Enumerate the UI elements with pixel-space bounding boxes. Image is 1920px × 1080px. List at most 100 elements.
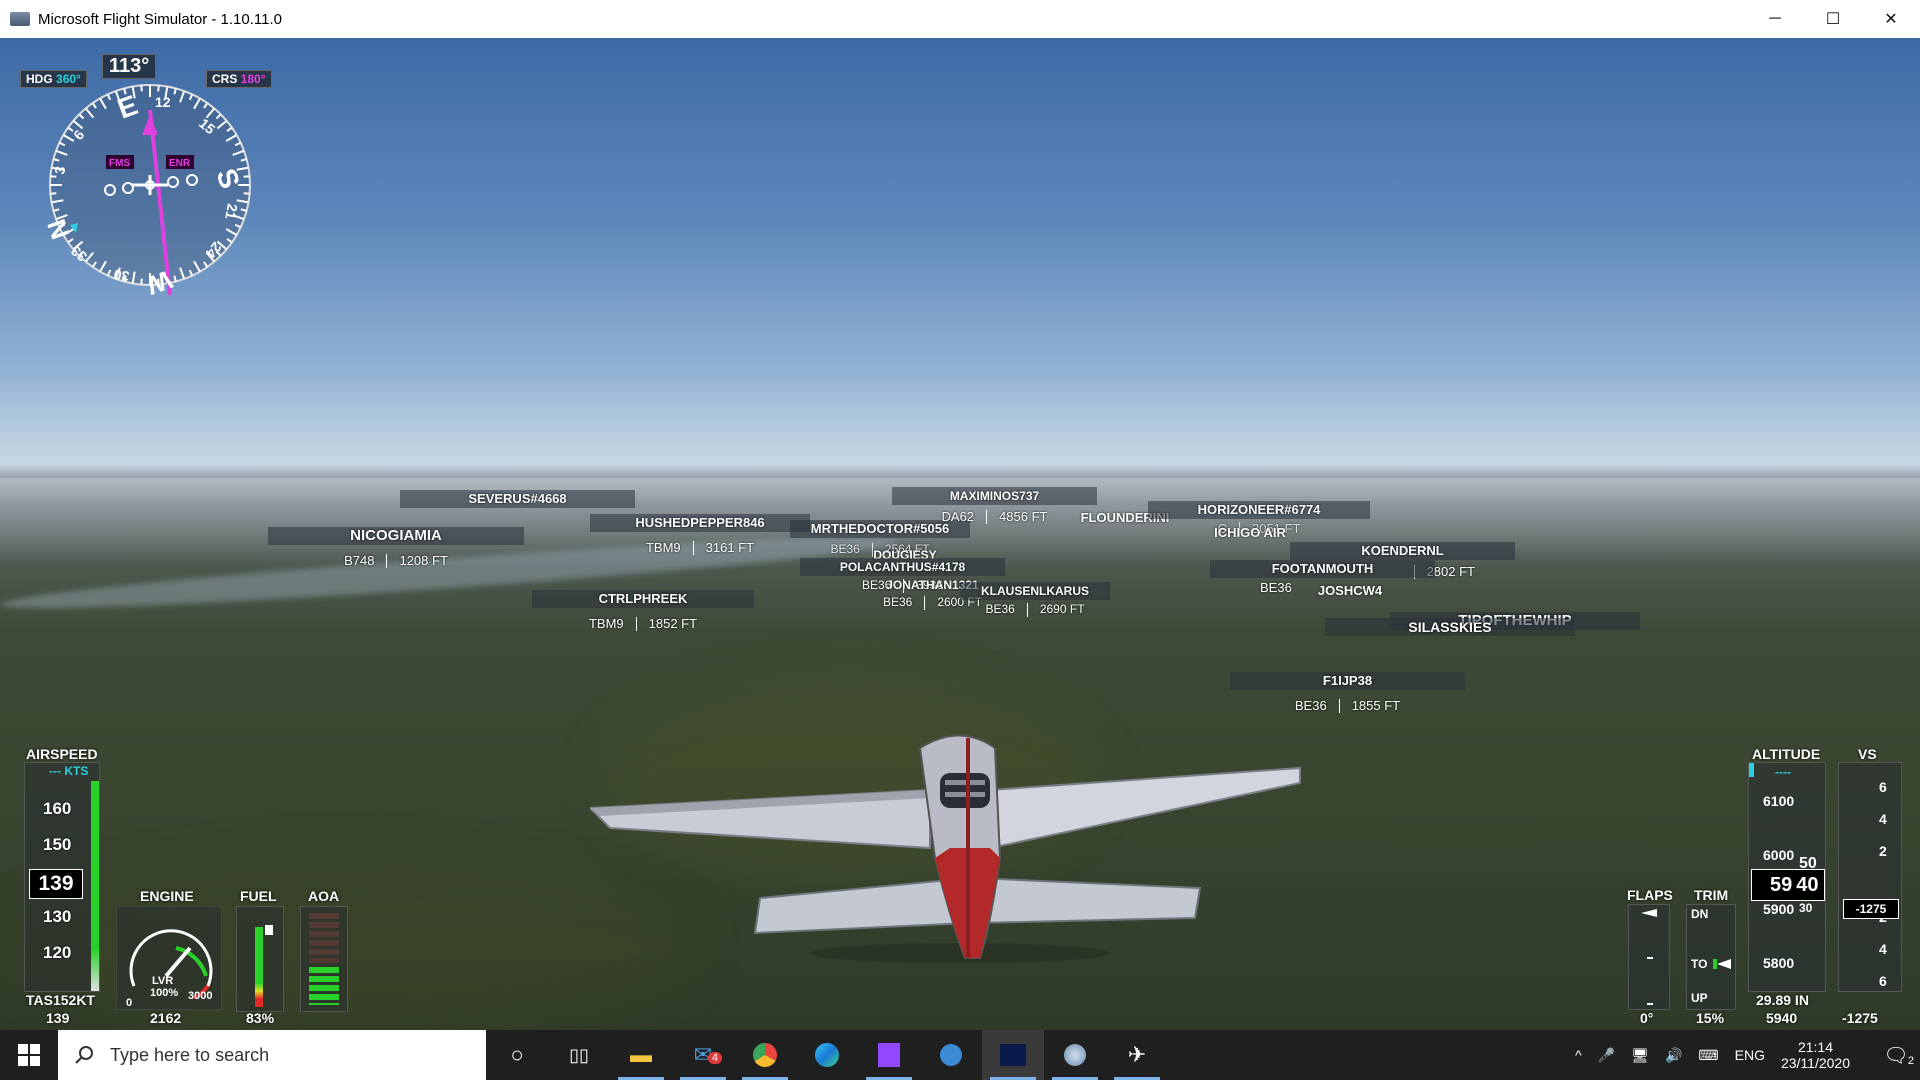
player-tag: HUSHEDPEPPER846 TBM9 3161 FT	[590, 514, 810, 555]
player-tag: SEVERUS#4668	[400, 490, 635, 508]
baro-setting: 29.89 IN	[1756, 992, 1809, 1008]
lever-label: LVR	[152, 975, 173, 987]
task-view-button[interactable]: ▯▯	[548, 1030, 610, 1080]
enr-label: ENR	[169, 158, 191, 169]
airspeed-current: 139	[29, 869, 83, 899]
player-tag: MAXIMINOS737 DA62 4856 FT	[892, 487, 1097, 524]
flaps-tick	[1647, 957, 1653, 959]
notification-icon: 🗨	[1883, 1044, 1909, 1067]
taskbar-twitch[interactable]	[858, 1030, 920, 1080]
twitch-icon	[878, 1043, 900, 1067]
airspeed-unit: --- KTS	[49, 764, 89, 778]
keyboard-icon[interactable]: ⌨	[1698, 1047, 1718, 1064]
vs-current: -1275	[1843, 899, 1899, 919]
compass-tick	[140, 278, 143, 285]
chevron-up-icon[interactable]: ^	[1575, 1047, 1582, 1063]
flaps-label: FLAPS	[1627, 887, 1673, 903]
search-placeholder: Type here to search	[110, 1044, 270, 1065]
vs-tick: 4	[1879, 811, 1887, 827]
player-tag: SILASSKIES	[1325, 618, 1575, 636]
task-view-icon: ▯▯	[569, 1044, 589, 1065]
language-indicator[interactable]: ENG	[1735, 1047, 1765, 1063]
action-center-button[interactable]: 🗨 2	[1872, 1043, 1920, 1068]
crs-box: CRS 180°	[206, 70, 272, 88]
engine-label: ENGINE	[140, 888, 194, 904]
network-icon[interactable]: 🖥	[1631, 1047, 1649, 1064]
hdg-value: 360°	[56, 72, 81, 86]
taskbar-edge[interactable]	[796, 1030, 858, 1080]
airspeed-bottom-value: 139	[46, 1010, 70, 1026]
cortana-button[interactable]: ○	[486, 1030, 548, 1080]
flaps-pointer	[1641, 909, 1657, 917]
fuel-level-bar	[255, 927, 263, 1007]
airspeed-label: AIRSPEED	[26, 746, 98, 762]
flaps-value: 0°	[1640, 1010, 1654, 1026]
crs-label: CRS	[212, 72, 238, 86]
compass-tick	[243, 192, 250, 195]
altitude-bug	[1749, 763, 1754, 777]
altitude-tick: 5900	[1763, 901, 1795, 917]
game-viewport[interactable]: SEVERUS#4668 NICOGIAMIA B748 1208 FT HUSH…	[0, 38, 1920, 1030]
taskbar-file-explorer[interactable]: ▬	[610, 1030, 672, 1080]
microphone-icon[interactable]: 🎤	[1598, 1047, 1615, 1064]
player-tag: KLAUSENLKARUS BE36 2690 FT	[960, 582, 1110, 617]
compass-tick	[50, 175, 57, 178]
close-button[interactable]: ✕	[1862, 0, 1920, 38]
app-dark-icon	[1000, 1044, 1026, 1066]
notification-count: 2	[1907, 1054, 1914, 1067]
minimize-button[interactable]: ─	[1746, 0, 1804, 38]
altitude-tape: ---- 6100 6000 5900 5800 59 40 50 30	[1748, 762, 1826, 992]
airspeed-tick: 160	[43, 799, 72, 818]
start-button[interactable]	[0, 1030, 58, 1080]
trim-dn: DN	[1691, 907, 1709, 921]
aoa-green-bars	[309, 967, 339, 1005]
mail-badge: 4	[707, 1052, 722, 1064]
taskbar-app-dark[interactable]	[982, 1030, 1044, 1080]
player-tag: ICHIGO AIR	[1214, 525, 1286, 540]
clock-date: 23/11/2020	[1780, 1055, 1850, 1071]
window-title: Microsoft Flight Simulator - 1.10.11.0	[38, 10, 282, 28]
altitude-current-hundreds: 59	[1770, 874, 1793, 896]
altitude-selected: ----	[1775, 765, 1791, 779]
system-tray: ^ 🎤 🖥 🔊 ⌨ ENG 21:14 23/11/2020 🗨 2	[1575, 1030, 1920, 1080]
taskbar-mail[interactable]: ✉ 4	[672, 1030, 734, 1080]
player-tag: F1IJP38 BE36 1855 FT	[1230, 672, 1465, 713]
airspeed-tick: 120	[43, 943, 72, 962]
taskbar-chrome[interactable]	[734, 1030, 796, 1080]
player-tag: NICOGIAMIA B748 1208 FT	[268, 527, 524, 568]
taskbar-search-box[interactable]: Type here to search	[58, 1030, 486, 1080]
maximize-button[interactable]: ☐	[1804, 0, 1862, 38]
trim-takeoff-marker	[1713, 959, 1717, 969]
engine-rpm-value: 2162	[150, 1010, 182, 1026]
vs-tick: 6	[1879, 973, 1887, 989]
app-icon	[10, 12, 30, 26]
fuel-value: 83%	[246, 1010, 275, 1026]
airspeed-tick: 130	[43, 907, 72, 926]
fms-label: FMS	[109, 158, 130, 169]
cortana-icon: ○	[510, 1042, 524, 1067]
airspeed-tick: 150	[43, 835, 72, 854]
airplane-icon: ✈	[1127, 1042, 1147, 1067]
trim-gauge: DN TO UP	[1686, 904, 1736, 1010]
altitude-current: 59 40	[1751, 869, 1825, 901]
compass-tick	[50, 192, 57, 195]
folder-icon: ▬	[630, 1042, 652, 1067]
engine-rpm-gauge: 0 3000 LVR 100%	[116, 906, 222, 1010]
trim-pointer	[1717, 959, 1731, 969]
heading-readout: 113°	[102, 54, 157, 79]
player-airplane	[590, 734, 1301, 963]
title-bar: Microsoft Flight Simulator - 1.10.11.0 ─…	[0, 0, 1920, 39]
aoa-label: AOA	[308, 888, 340, 904]
taskbar-flight-simulator[interactable]: ✈	[1106, 1030, 1168, 1080]
chrome-icon	[753, 1043, 777, 1067]
compass-mark: 21	[222, 202, 240, 220]
vs-tape: 6 4 2 2 4 6 -1275	[1838, 762, 1902, 992]
altitude-roll-below: 30	[1799, 901, 1813, 915]
compass-mark: 30	[112, 266, 130, 284]
taskbar-globe-app[interactable]	[1044, 1030, 1106, 1080]
fuel-pointer	[265, 925, 273, 935]
volume-icon[interactable]: 🔊	[1665, 1047, 1682, 1064]
heading-compass: E S W N 12 15 21 24 30 33 3 6 FMS ENR	[41, 84, 251, 301]
clock[interactable]: 21:14 23/11/2020	[1781, 1039, 1850, 1071]
taskbar-app[interactable]	[920, 1030, 982, 1080]
